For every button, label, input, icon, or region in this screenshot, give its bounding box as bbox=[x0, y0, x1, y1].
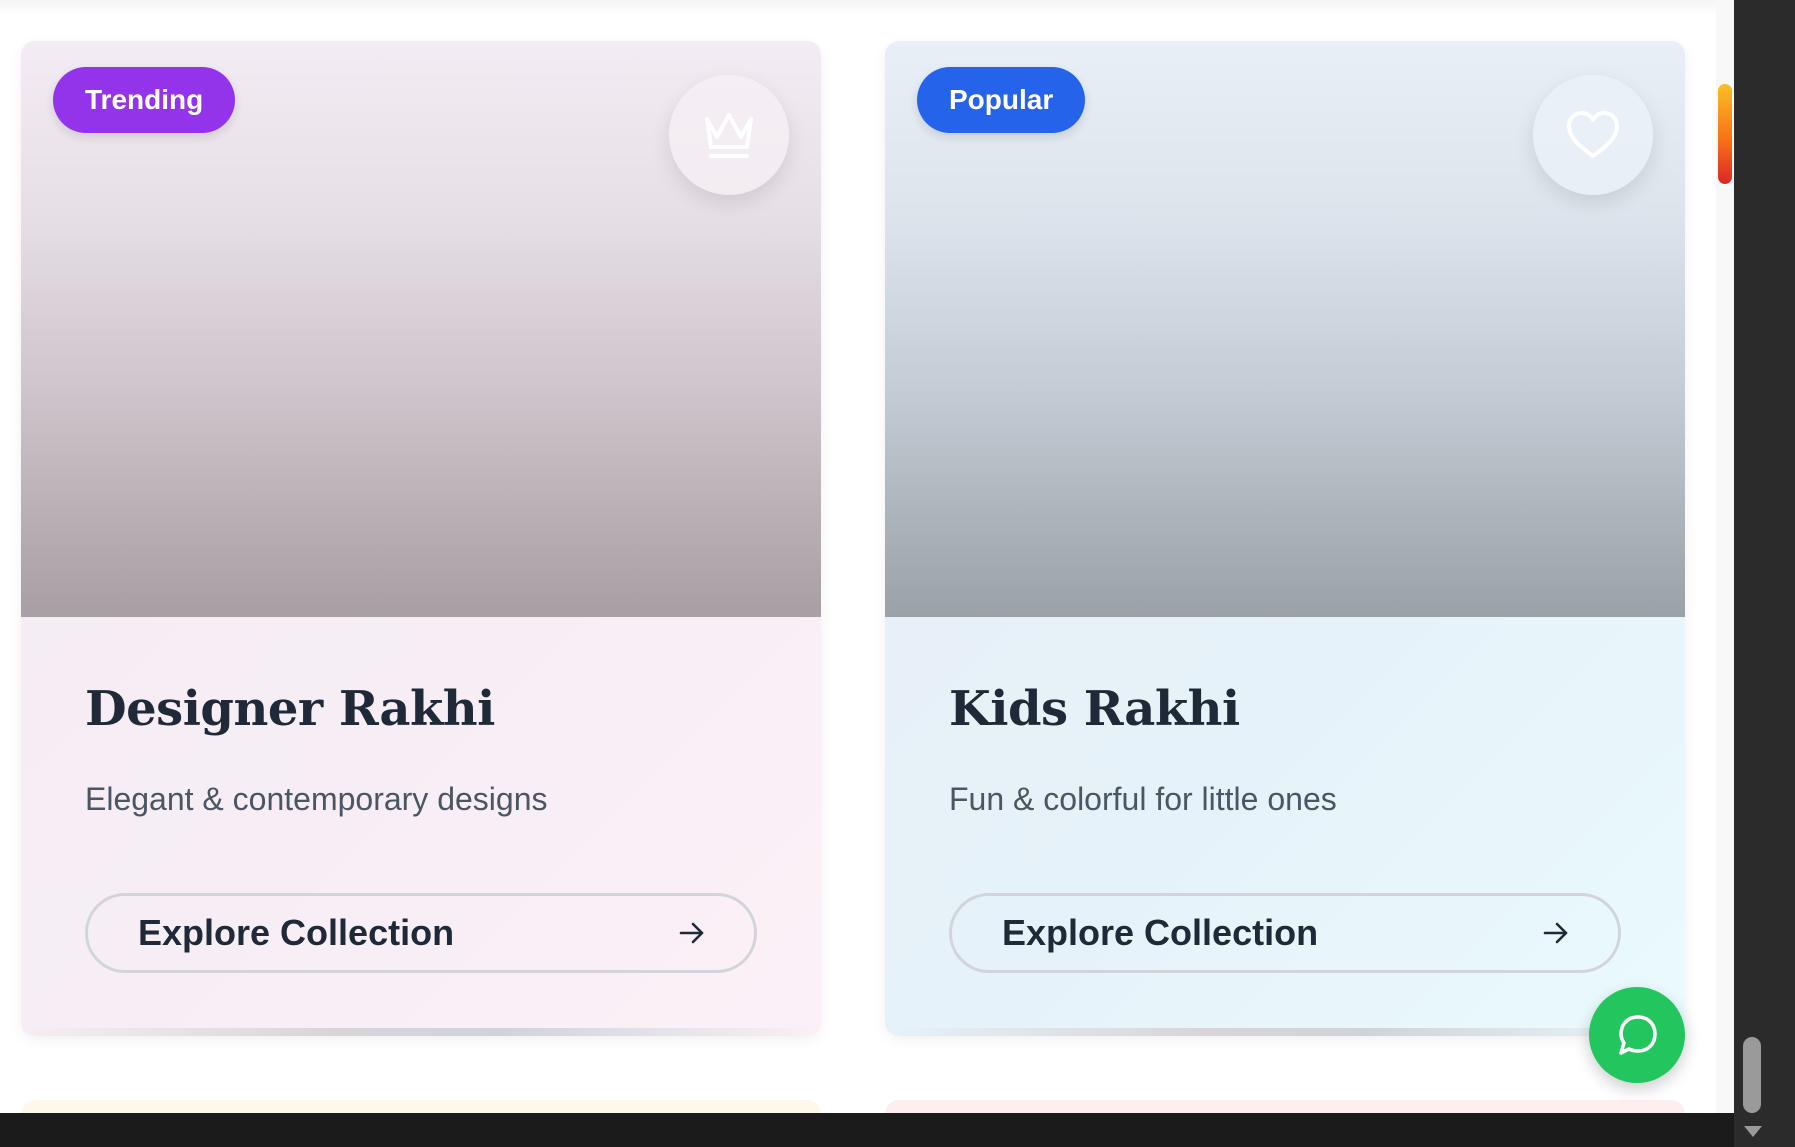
collection-card-kids-rakhi[interactable]: Popular Kids Rakhi Fun & colorful for li… bbox=[885, 41, 1685, 1036]
popular-badge: Popular bbox=[917, 67, 1086, 133]
card-description: Fun & colorful for little ones bbox=[949, 781, 1337, 817]
heart-icon bbox=[1567, 111, 1619, 158]
page-scrollbar-thumb[interactable] bbox=[1718, 84, 1732, 184]
arrow-right-icon bbox=[679, 922, 704, 944]
explore-button-label: Explore Collection bbox=[1002, 912, 1319, 953]
crown-icon-button[interactable] bbox=[669, 75, 789, 195]
crown-icon bbox=[705, 113, 753, 158]
window-scrollbar-thumb[interactable] bbox=[1743, 1037, 1761, 1113]
heart-icon-button[interactable] bbox=[1533, 75, 1653, 195]
card-bottom-accent bbox=[21, 1028, 821, 1036]
page-viewport: Trending Designer Rakhi Elegant & contem… bbox=[0, 0, 1716, 1113]
card-description: Elegant & contemporary designs bbox=[85, 781, 548, 817]
explore-collection-button[interactable]: Explore Collection bbox=[85, 893, 757, 973]
trending-badge: Trending bbox=[53, 67, 236, 133]
scroll-down-arrow-icon[interactable] bbox=[1744, 1126, 1762, 1137]
card-title: Designer Rakhi bbox=[85, 681, 495, 737]
next-collection-card[interactable] bbox=[21, 1100, 821, 1113]
arrow-right-icon bbox=[1543, 922, 1568, 944]
explore-button-label: Explore Collection bbox=[138, 912, 455, 953]
explore-collection-button[interactable]: Explore Collection bbox=[949, 893, 1621, 973]
whatsapp-chat-icon bbox=[1619, 1015, 1657, 1055]
whatsapp-chat-button[interactable] bbox=[1589, 987, 1685, 1083]
collection-card-designer-rakhi[interactable]: Trending Designer Rakhi Elegant & contem… bbox=[21, 41, 821, 1036]
next-collection-card[interactable] bbox=[885, 1100, 1685, 1113]
card-bottom-accent bbox=[885, 1028, 1685, 1036]
header-shadow bbox=[0, 0, 1716, 14]
card-title: Kids Rakhi bbox=[949, 681, 1240, 737]
window-scrollbar[interactable] bbox=[1734, 0, 1795, 1147]
